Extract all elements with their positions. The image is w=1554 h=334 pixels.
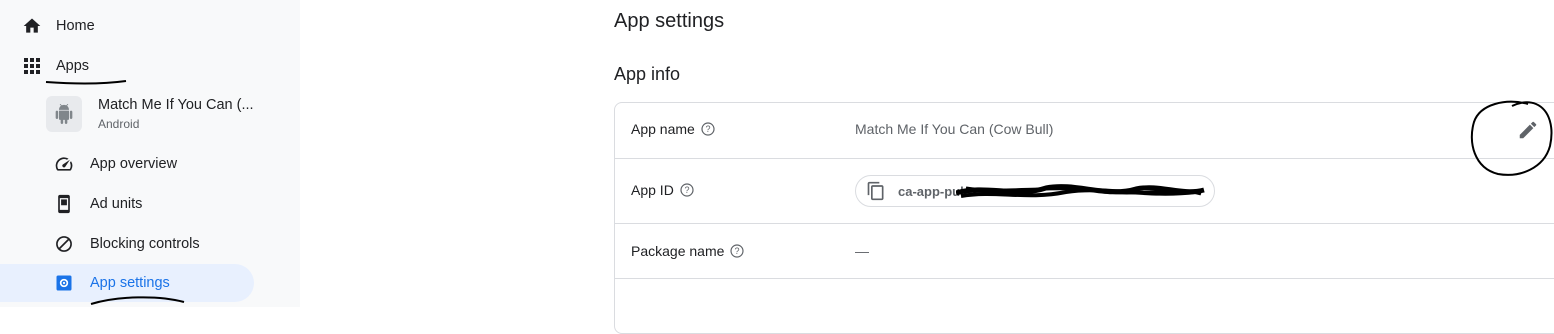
- page-title: App settings: [614, 10, 725, 32]
- sidebar-item-label: App overview: [90, 156, 178, 172]
- sidebar-item-blocking-controls[interactable]: Blocking controls: [52, 232, 200, 256]
- sidebar-item-ad-units[interactable]: Ad units: [52, 192, 142, 216]
- sidebar: Home Apps Match Me If You Can (... Andro…: [0, 0, 300, 307]
- sidebar-item-label: App settings: [90, 275, 170, 291]
- row-app-id: App ID ? ca-app-pub-: [615, 159, 1554, 224]
- nav-home-label: Home: [56, 18, 95, 34]
- sidebar-item-label: Ad units: [90, 196, 143, 212]
- nav-home[interactable]: Home: [20, 14, 95, 38]
- phone-icon: [52, 192, 76, 216]
- home-icon: [20, 14, 44, 38]
- nav-apps-label: Apps: [56, 58, 90, 74]
- row-label: Package name: [631, 243, 725, 259]
- section-title: App info: [614, 64, 681, 84]
- row-label: App ID: [631, 182, 674, 198]
- sidebar-item-app-overview[interactable]: App overview: [52, 152, 177, 176]
- svg-text:?: ?: [705, 124, 710, 134]
- nav-apps[interactable]: Apps: [20, 54, 89, 78]
- annotation-underline-settings: [90, 296, 185, 305]
- block-icon: [52, 232, 76, 256]
- settings-icon: [52, 271, 76, 295]
- apps-grid-icon: [20, 54, 44, 78]
- annotation-underline-apps: [45, 80, 127, 85]
- android-icon: [46, 96, 82, 132]
- help-icon[interactable]: ?: [701, 122, 715, 136]
- row-label: App name: [631, 121, 695, 137]
- redaction-scribble: [956, 184, 1205, 198]
- svg-text:?: ?: [735, 246, 740, 256]
- copy-icon[interactable]: [866, 181, 886, 201]
- speedometer-icon: [52, 152, 76, 176]
- sidebar-item-app-settings[interactable]: App settings: [52, 271, 170, 295]
- app-info-card: App name ? Match Me If You Can (Cow Bull…: [614, 102, 1554, 334]
- annotation-circle: [1470, 100, 1553, 176]
- package-name-value: —: [855, 243, 869, 259]
- help-icon[interactable]: ?: [680, 183, 694, 197]
- row-app-name: App name ? Match Me If You Can (Cow Bull…: [615, 103, 1554, 159]
- app-name: Match Me If You Can (...: [98, 97, 254, 113]
- app-platform: Android: [98, 117, 140, 131]
- svg-text:?: ?: [684, 185, 689, 195]
- selected-app[interactable]: Match Me If You Can (... Android: [46, 96, 254, 132]
- row-partial: [615, 279, 1554, 333]
- app-name-value: Match Me If You Can (Cow Bull): [855, 121, 1054, 137]
- app-id-chip[interactable]: ca-app-pub-: [855, 175, 1215, 207]
- help-icon[interactable]: ?: [730, 244, 745, 258]
- sidebar-item-label: Blocking controls: [90, 236, 200, 252]
- row-package-name: Package name ? —: [615, 224, 1554, 279]
